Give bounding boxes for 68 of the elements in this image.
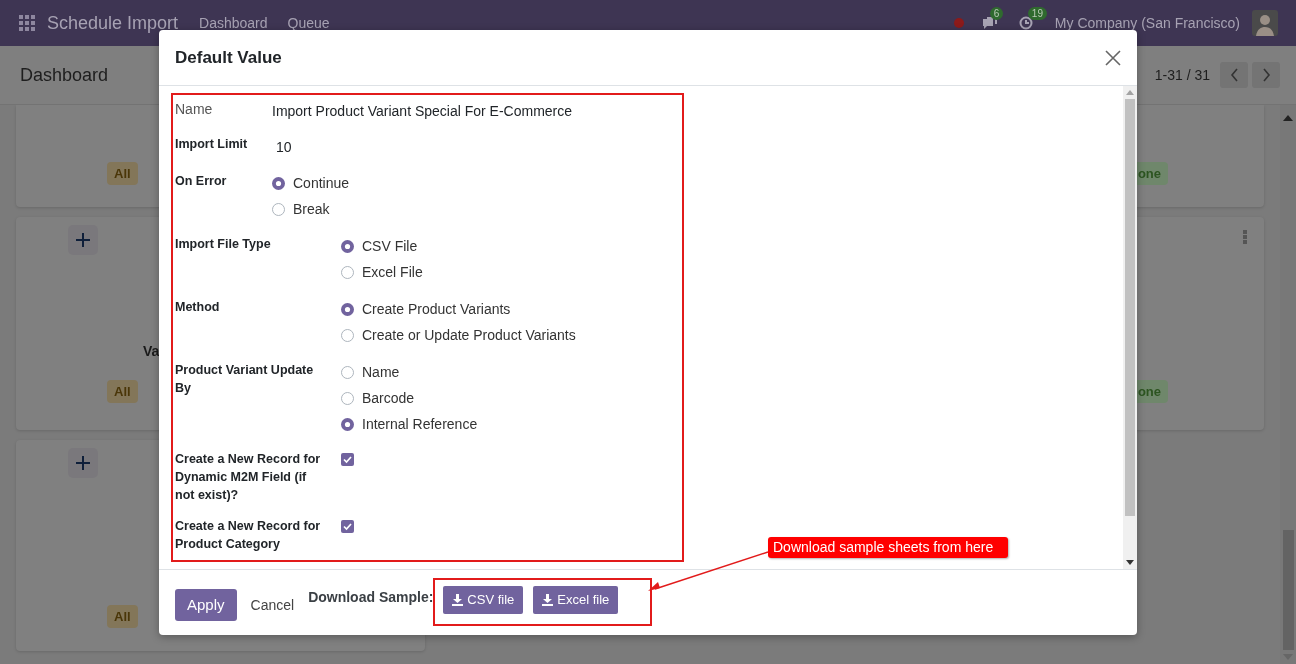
radio-selected-icon[interactable] [272,176,285,190]
clock-icon[interactable] [1018,16,1033,30]
field-label: Create a New Record for Dynamic M2M Field (if not exist)? [175,451,322,504]
radio-selected-icon[interactable] [341,417,354,431]
company-switcher[interactable]: My Company (San Francisco) [1054,15,1240,31]
app-title[interactable]: Schedule Import [47,12,179,34]
kebab-menu-icon[interactable] [1243,230,1247,244]
scroll-down-icon[interactable] [1126,560,1134,565]
chevron-left-icon [1229,68,1239,82]
download-label: Download Sample: [308,588,434,605]
menu-item[interactable]: Queue [287,15,330,31]
field-label: Create a New Record for Product Category [175,518,322,553]
option-label[interactable]: Create Product Variants [362,301,511,317]
field-label: On Error [175,173,228,190]
option-label[interactable]: Internal Reference [362,416,478,432]
count-badge: 19 [1027,7,1047,20]
chevron-right-icon [1261,68,1271,82]
menu-item[interactable]: Dashboard [199,15,268,31]
plus-icon [76,233,90,247]
option-label[interactable]: CSV File [362,238,418,254]
radio-button[interactable] [341,265,354,279]
download-button[interactable]: CSV file [443,585,524,614]
plus-icon [76,456,90,470]
callout-label: Download sample sheets from here [768,537,1008,558]
dialog-scrollbar[interactable] [1123,86,1137,569]
dialog-title: Default Value [175,47,283,68]
radio-button[interactable] [341,328,354,342]
download-icon [542,593,554,606]
user-avatar[interactable] [1252,10,1278,36]
apply-button[interactable]: Apply [175,588,237,621]
close-button[interactable] [1105,49,1121,66]
option-label[interactable]: Create or Update Product Variants [362,327,576,343]
radio-button[interactable] [272,202,285,216]
download-icon [452,593,464,606]
next-button[interactable] [1252,62,1280,88]
download-button[interactable]: Excel file [533,585,619,614]
field-label: Method [175,299,221,316]
chat-icon[interactable] [980,16,997,30]
option-label[interactable]: Excel File [362,264,423,280]
card-title: Va [143,343,160,359]
option-label[interactable]: Continue [293,175,350,191]
apps-menu-icon[interactable] [19,15,35,31]
field-label: Name [175,100,214,118]
field-value: Import Product Variant Special For E-Commerce [272,102,574,121]
option-label[interactable]: Barcode [362,390,415,406]
option-label[interactable]: Name [362,364,400,380]
status-dot-icon[interactable] [953,18,964,28]
close-icon [1105,49,1121,66]
scrollbar-thumb[interactable] [1125,99,1135,516]
field-label: Import Limit [175,136,249,153]
radio-selected-icon[interactable] [341,239,354,253]
add-button[interactable] [68,225,98,255]
previous-button[interactable] [1220,62,1248,88]
count-badge: 6 [989,7,1004,20]
page-title: Dashboard [20,64,109,86]
pager-value: 1-31 / 31 [1154,67,1210,83]
radio-selected-icon[interactable] [341,302,354,316]
radio-button[interactable] [341,365,354,379]
add-button[interactable] [68,448,98,478]
checkbox[interactable] [341,520,354,533]
cancel-button[interactable]: Cancel [236,596,309,613]
option-label[interactable]: Break [293,201,330,217]
field-label: Product Variant Update By [175,362,315,397]
radio-button[interactable] [341,391,354,405]
scroll-up-icon[interactable] [1283,115,1293,121]
field-label: Import File Type [175,236,272,253]
scroll-up-icon[interactable] [1126,90,1134,95]
checkbox[interactable] [341,453,354,466]
